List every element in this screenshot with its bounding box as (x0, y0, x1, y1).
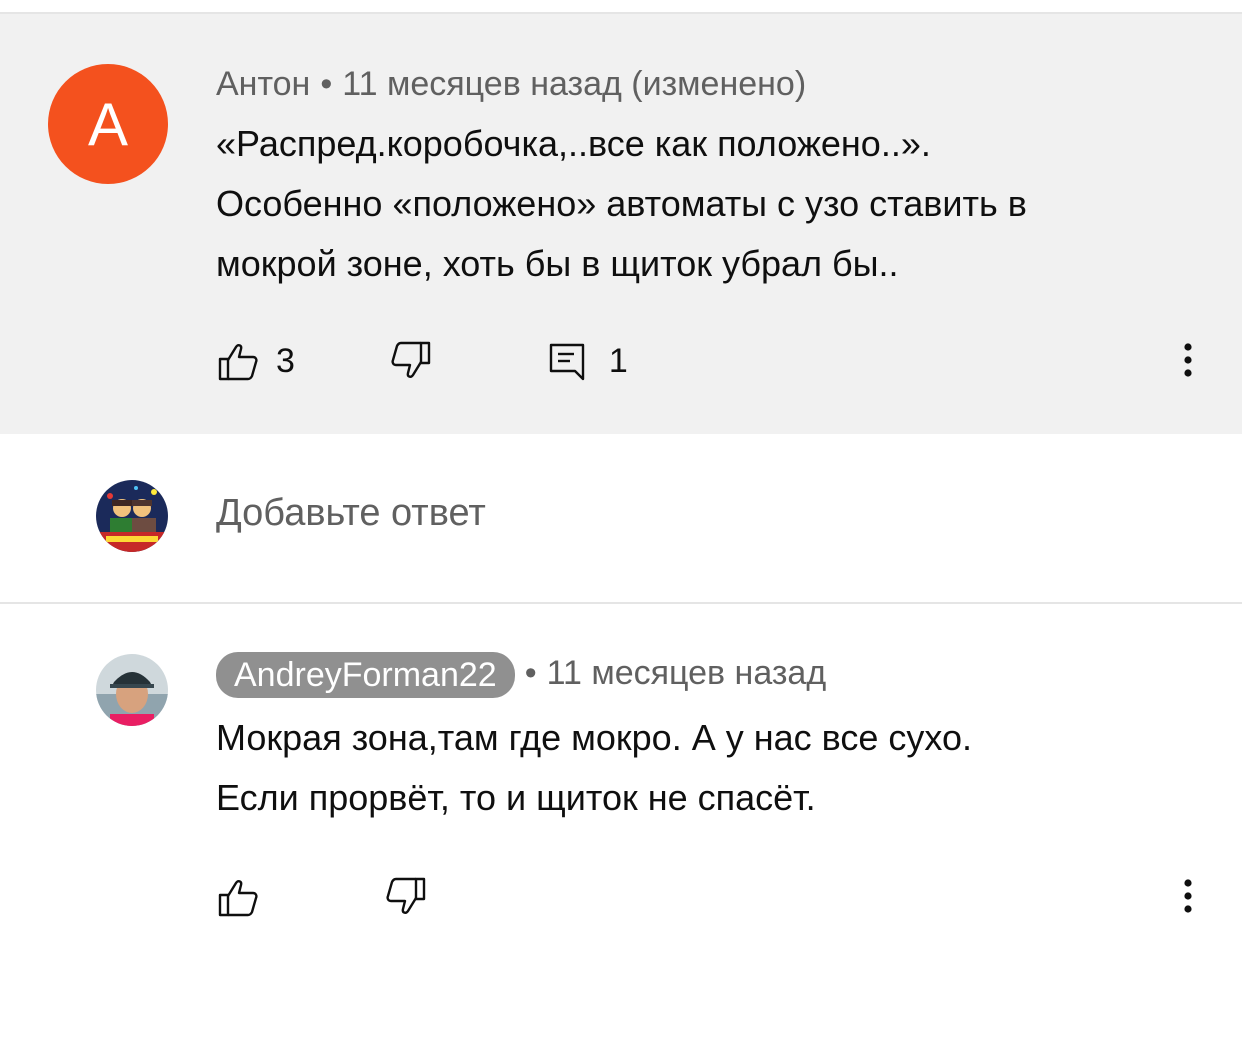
comment-author[interactable]: Антон (216, 65, 310, 103)
thumb-down-icon[interactable] (384, 875, 428, 919)
add-reply-placeholder[interactable]: Добавьте ответ (216, 492, 486, 535)
avatar[interactable]: A (48, 64, 168, 184)
top-divider (0, 0, 1242, 14)
comment-actions: 3 1 (216, 336, 628, 386)
reply-comment: AndreyForman22 • 11 месяцев назад Мокрая з… (0, 604, 1242, 1051)
add-reply-row[interactable]: Добавьте ответ (0, 434, 1242, 604)
comment-icon[interactable] (545, 339, 589, 383)
reply-line: Если прорвёт, то и щиток не спасёт. (216, 777, 816, 818)
reply-body: Мокрая зона,там где мокро. А у нас все с… (216, 708, 1206, 828)
comment-line: мокрой зоне, хоть бы в щиток убрал бы.. (216, 243, 899, 284)
like-count: 3 (276, 341, 295, 380)
reply-meta: AndreyForman22 • 11 месяцев назад (216, 652, 826, 698)
comment-time: 11 месяцев назад (изменено) (342, 65, 807, 103)
avatar-letter: A (87, 90, 129, 158)
comment-line: «Распред.коробочка,..все как положено..»… (216, 123, 931, 164)
comment-highlighted: A Антон • 11 месяцев назад (изменено) «Рас… (0, 14, 1242, 434)
comment-body: «Распред.коробочка,..все как положено..»… (216, 114, 1206, 294)
avatar[interactable] (96, 654, 168, 726)
reply-actions (216, 872, 428, 922)
more-vert-icon[interactable] (1178, 342, 1198, 382)
thumb-up-icon[interactable] (216, 339, 260, 383)
meta-separator: • (320, 65, 333, 103)
comment-line: Особенно «положено» автоматы с узо стави… (216, 183, 1027, 224)
reply-author-chip[interactable]: AndreyForman22 (216, 652, 515, 698)
more-vert-icon[interactable] (1178, 878, 1198, 918)
reply-count: 1 (608, 341, 628, 380)
thumb-up-icon[interactable] (216, 875, 260, 919)
meta-separator: • (524, 653, 537, 692)
current-user-avatar (96, 480, 168, 552)
reply-line: Мокрая зона,там где мокро. А у нас все с… (216, 717, 972, 758)
thumb-down-icon[interactable] (389, 339, 433, 383)
reply-time: 11 месяцев назад (546, 653, 827, 692)
comment-meta: Антон • 11 месяцев назад (изменено) (216, 64, 806, 104)
